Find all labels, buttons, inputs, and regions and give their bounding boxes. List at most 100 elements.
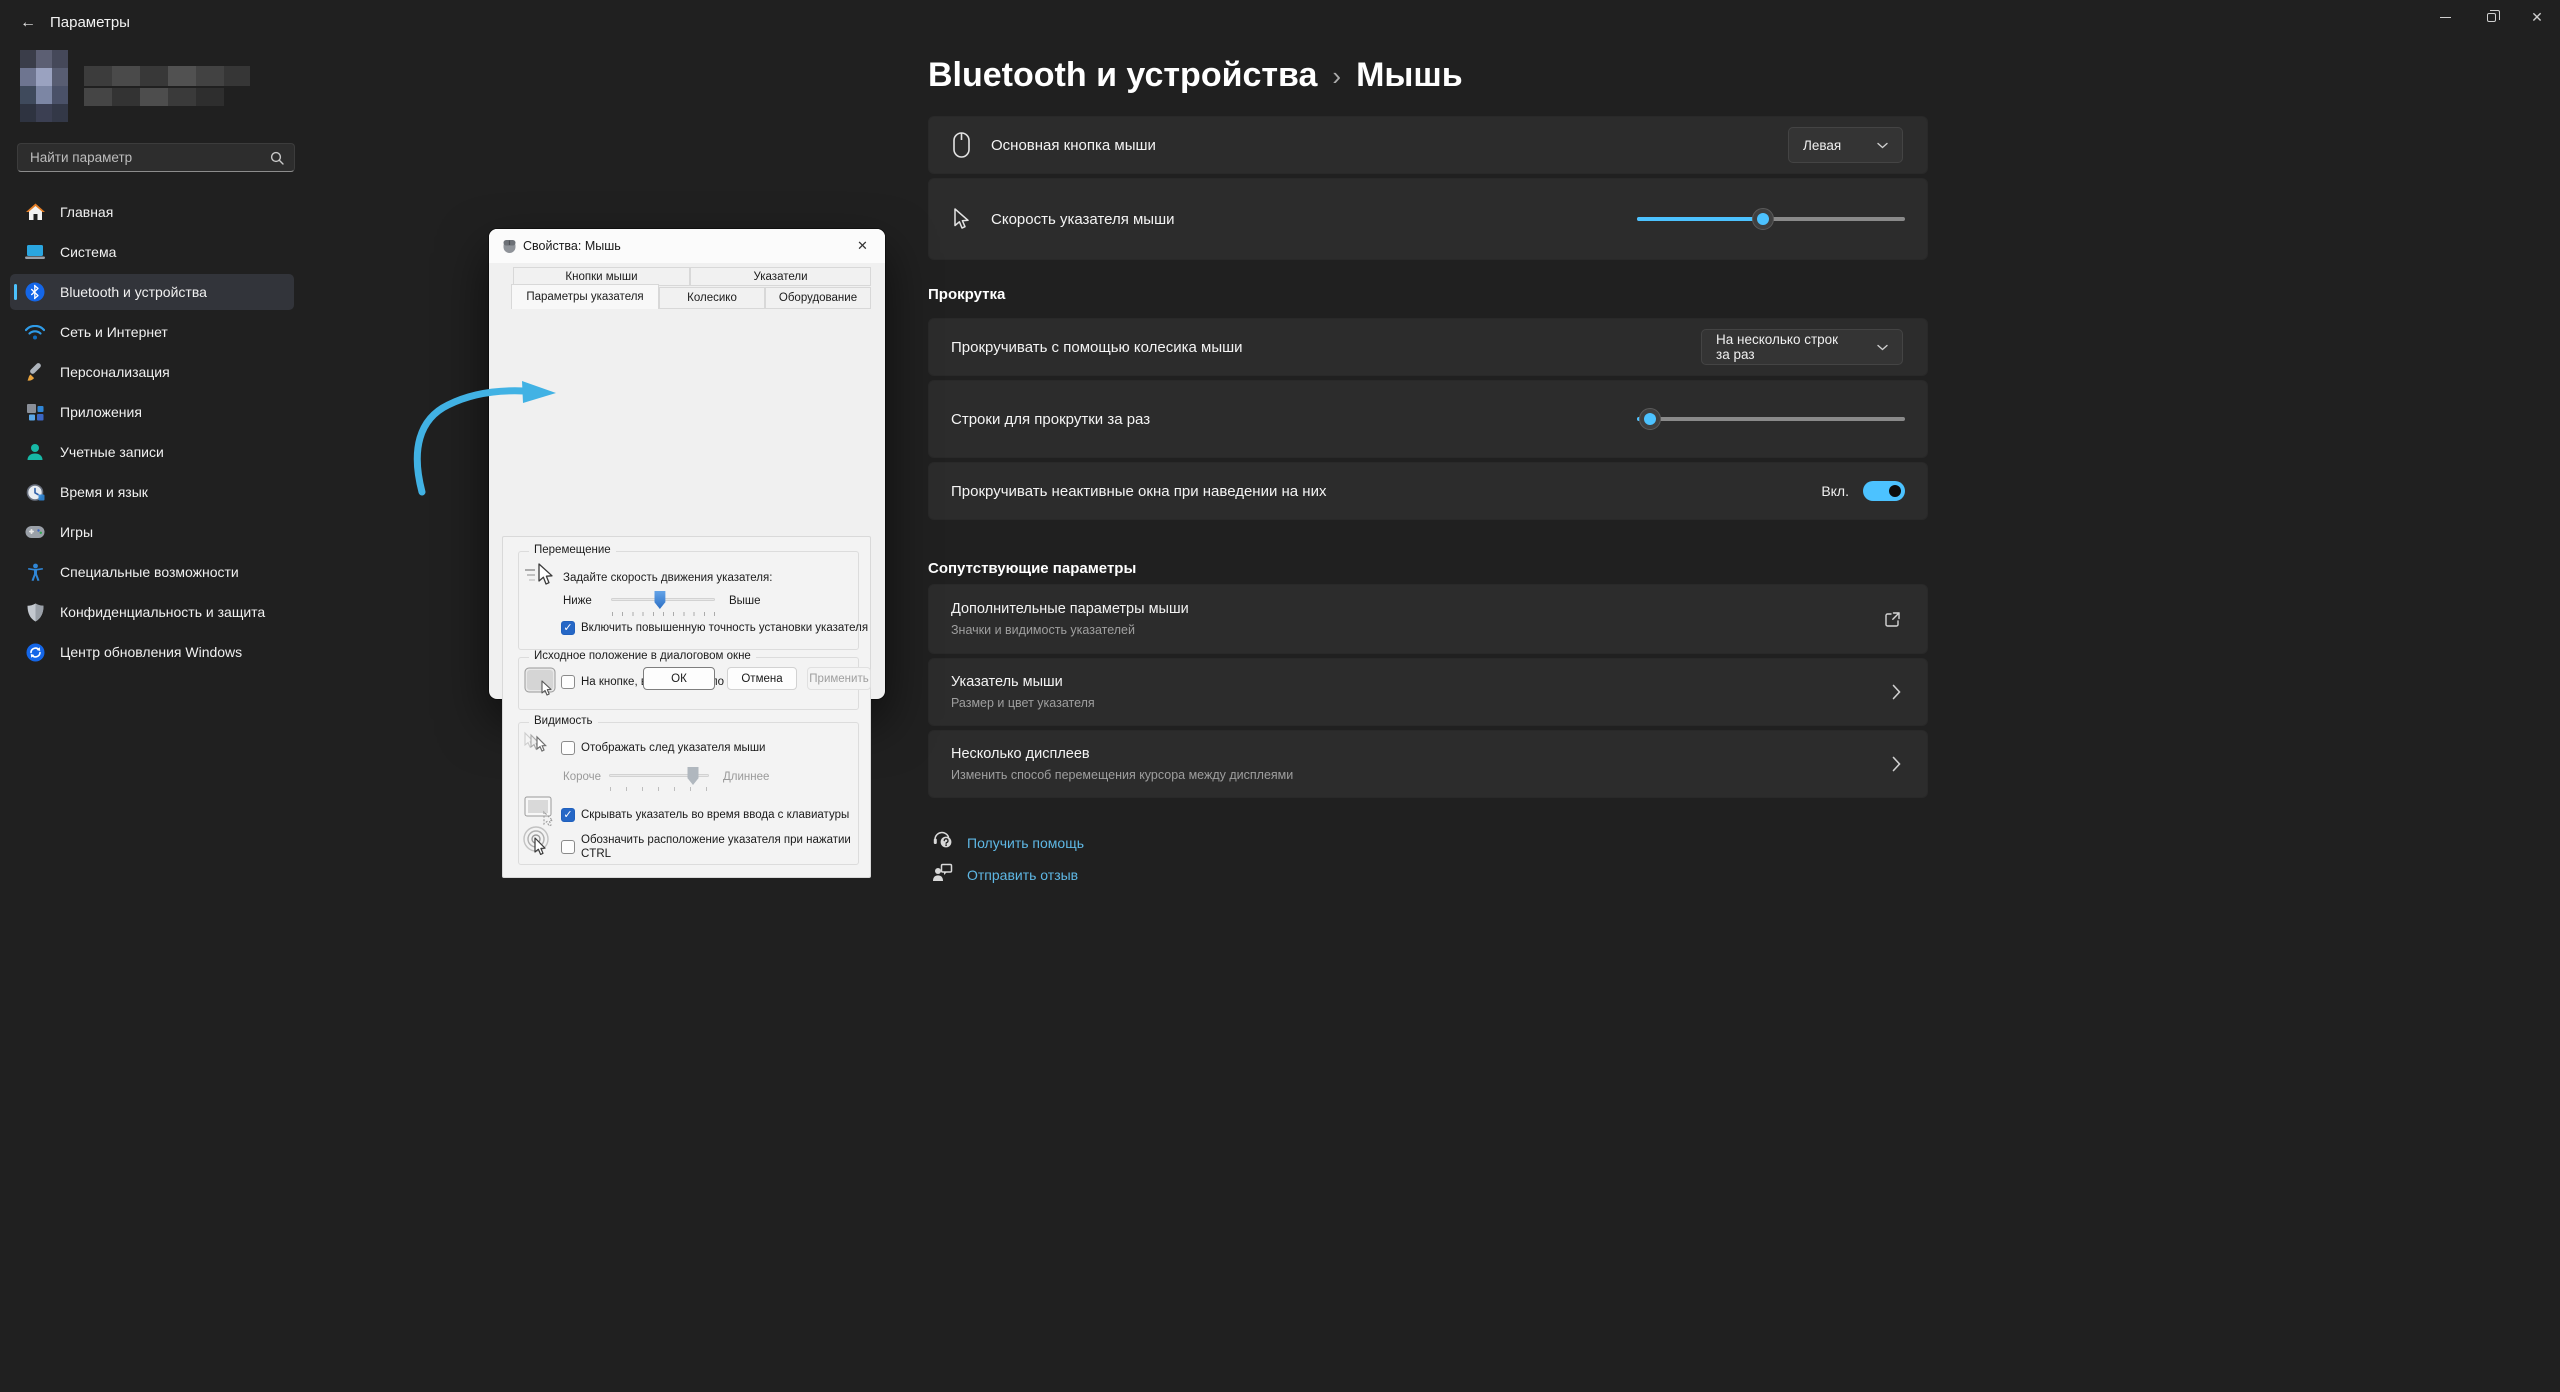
tab-wheel[interactable]: Колесико [659,287,765,309]
pointer-trail-row: Отображать след указателя мыши [561,741,765,755]
hide-pointer-while-typing-checkbox[interactable] [561,808,575,822]
minimize-button[interactable] [2422,0,2468,34]
hide-pointer-row: Скрывать указатель во время ввода с клав… [561,808,849,822]
shield-icon [25,602,45,622]
enhance-precision-row: Включить повышенную точность установки у… [561,621,868,635]
toggle-state-label: Вкл. [1821,483,1849,499]
scroll-inactive-card: Прокручивать неактивные окна при наведен… [928,462,1928,520]
chevron-right-icon [1892,756,1901,772]
pointer-speed-slider[interactable] [1637,207,1905,231]
gamepad-icon [25,522,45,542]
app-title: Параметры [50,14,130,31]
sidebar-item-accounts[interactable]: Учетные записи [10,434,294,470]
page-title: Мышь [1356,56,1463,94]
get-help-link[interactable]: Получить помощь [932,830,1084,856]
chevron-down-icon [1877,344,1888,351]
snap-to-default-checkbox[interactable] [561,675,575,689]
show-pointer-location-checkbox[interactable] [561,840,575,855]
sidebar-item-accessibility[interactable]: Специальные возможности [10,554,294,590]
back-button[interactable]: ← [10,8,46,38]
send-feedback-link[interactable]: Отправить отзыв [932,862,1078,888]
cancel-button[interactable]: Отмена [727,667,797,690]
sidebar-item-windows-update[interactable]: Центр обновления Windows [10,634,294,670]
slider-thumb[interactable] [1639,408,1662,430]
setting-label: Прокручивать неактивные окна при наведен… [951,482,1327,500]
user-name-blurred [84,66,250,106]
section-related: Сопутствующие параметры [928,560,1137,577]
search-icon [270,151,284,165]
cursor-icon [949,208,973,230]
sidebar-item-gaming[interactable]: Игры [10,514,294,550]
apps-icon [25,402,45,422]
sidebar-item-home[interactable]: Главная [10,194,294,230]
inactive-scroll-toggle[interactable] [1863,481,1905,501]
tab-hardware[interactable]: Оборудование [765,287,871,309]
sidebar-item-network[interactable]: Сеть и Интернет [10,314,294,350]
paintbrush-icon [25,362,45,382]
accessibility-icon [25,562,45,582]
pointer-speed-card: Скорость указателя мыши [928,178,1928,260]
setting-label: Прокручивать с помощью колесика мыши [951,338,1243,356]
mouse-properties-dialog: Свойства: Мышь ✕ Кнопки мыши Указатели П… [489,229,885,878]
minimize-icon [2439,16,2451,18]
home-icon [25,202,45,222]
scroll-lines-slider[interactable] [1637,407,1905,431]
primary-button-dropdown[interactable]: Левая [1788,127,1903,163]
dialog-close-button[interactable]: ✕ [840,229,885,263]
section-scrolling: Прокрутка [928,286,1006,303]
multiple-displays-card[interactable]: Несколько дисплеев Изменить способ перем… [928,730,1928,798]
sidebar-item-time-language[interactable]: Время и язык [10,474,294,510]
wheel-scroll-dropdown[interactable]: На несколько строк за раз [1701,329,1903,365]
sidebar-item-privacy[interactable]: Конфиденциальность и защита [10,594,294,630]
primary-button-card: Основная кнопка мыши Левая [928,116,1928,174]
apply-button[interactable]: Применить [807,667,871,690]
chevron-right-icon [1892,684,1901,700]
external-link-icon [1884,611,1901,628]
display-pointer-trail-checkbox[interactable] [561,741,575,755]
close-button[interactable]: ✕ [2514,0,2560,34]
titlebar: ← Параметры ✕ [0,0,2560,48]
active-indicator [14,284,17,300]
sidebar-item-bluetooth-devices[interactable]: Bluetooth и устройства [10,274,294,310]
visibility-group: Видимость Отображать след указателя мыши… [518,715,859,865]
sidebar-item-system[interactable]: Система [10,234,294,270]
tab-pointer-options[interactable]: Параметры указателя [511,284,659,309]
tab-pointers[interactable]: Указатели [690,267,871,286]
system-icon [25,242,45,262]
additional-mouse-settings-card[interactable]: Дополнительные параметры мыши Значки и в… [928,584,1928,654]
setting-label: Скорость указателя мыши [991,210,1175,228]
search-input[interactable] [18,150,270,165]
user-avatar-blurred [20,50,68,122]
ok-button[interactable]: ОК [643,667,715,690]
wheel-scroll-card: Прокручивать с помощью колесика мыши На … [928,318,1928,376]
bluetooth-icon [25,282,45,302]
network-wifi-icon [25,322,45,342]
mouse-app-icon [502,238,517,257]
pointer-trail-icon [521,731,557,764]
sidebar-item-apps[interactable]: Приложения [10,394,294,430]
breadcrumb-parent[interactable]: Bluetooth и устройства [928,56,1317,95]
pointer-motion-icon [523,562,555,593]
scroll-lines-card: Строки для прокрутки за раз [928,380,1928,458]
breadcrumb-separator: › [1332,61,1342,91]
back-arrow-icon: ← [20,14,36,31]
sidebar-nav: Главная Система Bluetooth и устройства С… [10,194,294,674]
help-icon [932,830,953,856]
enhance-precision-checkbox[interactable] [561,621,575,635]
account-row[interactable] [20,50,280,122]
slider-thumb[interactable] [1751,208,1774,230]
restore-button[interactable] [2468,0,2514,34]
close-icon: ✕ [2531,9,2543,25]
tab-page: Перемещение Задайте скорость движения ук… [502,536,871,878]
mouse-pointer-card[interactable]: Указатель мыши Размер и цвет указателя [928,658,1928,726]
accounts-icon [25,442,45,462]
dialog-pointer-speed-slider[interactable] [611,590,715,610]
sidebar-item-personalization[interactable]: Персонализация [10,354,294,390]
feedback-icon [932,862,953,888]
dialog-title: Свойства: Мышь [523,239,621,253]
desktop: { "window": { "app_title": "Параметры" }… [0,0,2560,1392]
trail-length-slider [609,766,709,786]
slider-ticks [612,612,716,616]
breadcrumb: Bluetooth и устройства › Мышь [928,56,1463,95]
restore-icon [2486,9,2500,22]
